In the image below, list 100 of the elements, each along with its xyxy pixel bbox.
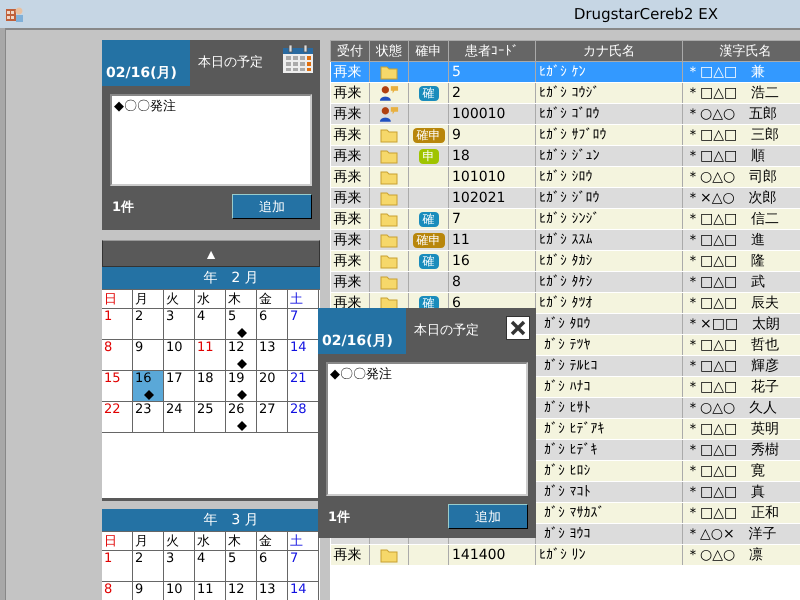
calendar-day[interactable]: 8 [102, 340, 133, 371]
calendar-day[interactable]: 27 [257, 402, 288, 433]
table-row[interactable]: 再来 申 18 ﾋｶﾞｼ ｼﾞｭﾝ ＊□△□ 順 [330, 146, 800, 166]
window-title: DrugstarCereb2 EX [574, 5, 718, 23]
table-cell: 再来 [334, 547, 362, 563]
column-header[interactable]: カナ氏名 [536, 40, 682, 62]
calendar-day[interactable]: 2 [133, 551, 164, 582]
calendar-day[interactable]: 8 [102, 582, 133, 600]
table-cell: ｶﾞｼ ﾋﾃﾞｱｷ [544, 421, 604, 437]
calendar-day[interactable]: 5 [226, 309, 257, 340]
calendar-day[interactable]: 14 [288, 582, 319, 600]
calendar-day[interactable]: 19 [226, 371, 257, 402]
table-cell: ＊○△○ 凛 [686, 547, 764, 563]
table-cell: 7 [452, 211, 461, 227]
date-label: 02/16(月) [318, 308, 406, 354]
column-header[interactable]: 漢字氏名 [682, 40, 800, 62]
table-cell: ｶﾞｼ ﾋｻﾄ [544, 400, 590, 416]
table-cell: 再来 [334, 253, 362, 269]
table-cell: ﾋｶﾞｼ ﾀｶｼ [539, 253, 592, 269]
calendar-day[interactable]: 15 [102, 371, 133, 402]
calendar-day[interactable]: 1 [102, 551, 133, 582]
calendar-day[interactable]: 17 [164, 371, 195, 402]
table-cell: ﾋｶﾞｼ ﾀｹｼ [539, 274, 592, 290]
calendar-day[interactable]: 20 [257, 371, 288, 402]
table-cell: ＊□△□ 武 [686, 274, 766, 290]
calendar-day[interactable]: 10 [164, 582, 195, 600]
table-row[interactable]: 再来 100010 ﾋｶﾞｼ ｺﾞﾛｳ ＊○△○ 五郎 [330, 104, 800, 124]
calendar-day[interactable]: 1 [102, 309, 133, 340]
table-cell: 再来 [334, 127, 362, 143]
add-button[interactable]: 追加 [448, 504, 528, 529]
table-cell: 101010 [452, 169, 506, 185]
column-header[interactable]: 状態 [370, 40, 408, 62]
calendar-day[interactable]: 11 [195, 582, 226, 600]
calendar-day[interactable]: 11 [195, 340, 226, 371]
table-cell: 再来 [334, 232, 362, 248]
status-badge: 確 [418, 86, 438, 101]
table-cell: 16 [452, 253, 470, 269]
close-icon[interactable] [506, 316, 530, 340]
calendar-day[interactable]: 7 [288, 551, 319, 582]
column-header[interactable]: 確申 [408, 40, 448, 62]
table-cell: ｶﾞｼ ﾀﾛｳ [544, 316, 590, 332]
memo-field[interactable]: ◆〇〇発注 [326, 362, 528, 496]
calendar-day[interactable]: 26 [226, 402, 257, 433]
calendar-day[interactable]: 12 [226, 340, 257, 371]
calendar-day[interactable]: 13 [257, 582, 288, 600]
calendar-day[interactable]: 22 [102, 402, 133, 433]
table-cell: 8 [452, 274, 461, 290]
add-button[interactable]: 追加 [232, 194, 312, 219]
table-cell: 再来 [334, 190, 362, 206]
table-cell: ＊□△□ 辰夫 [686, 295, 780, 311]
column-header[interactable]: 受付 [330, 40, 370, 62]
calendar-day[interactable]: 6 [257, 309, 288, 340]
table-cell: 再来 [334, 85, 362, 101]
table-cell: ｶﾞｼ ﾖｳｺ [544, 526, 590, 542]
table-cell: ＊○△○ 五郎 [686, 106, 778, 122]
calendar-day[interactable]: 6 [257, 551, 288, 582]
calendar-day[interactable]: 10 [164, 340, 195, 371]
table-row[interactable]: 再来 確 7 ﾋｶﾞｼ ｼﾝｼﾞ ＊□△□ 信二 [330, 208, 800, 230]
calendar-day[interactable]: 3 [164, 551, 195, 582]
calendar-day[interactable]: 16 [133, 371, 164, 402]
table-row[interactable]: 再来 8 ﾋｶﾞｼ ﾀｹｼ ＊□△□ 武 [330, 272, 800, 292]
calendar-day[interactable]: 2 [133, 309, 164, 340]
table-cell: ｶﾞｼ ﾃﾙﾋｺ [544, 358, 598, 374]
calendar-icon[interactable] [282, 44, 314, 74]
table-cell: 再来 [334, 64, 362, 80]
table-row[interactable]: 再来 101010 ﾋｶﾞｼ ｼﾛｳ ＊○△○ 司郎 [330, 166, 800, 188]
calendar-day[interactable]: 28 [288, 402, 319, 433]
memo-field[interactable]: ◆〇〇発注 [110, 94, 312, 186]
table-cell: 18 [452, 148, 470, 164]
table-row[interactable]: 再来 102021 ﾋｶﾞｼ ｼﾞﾛｳ ＊×△○ 次郎 [330, 188, 800, 208]
table-cell: 再来 [334, 295, 362, 311]
calendar-day[interactable]: 12 [226, 582, 257, 600]
table-cell: ＊□△□ 正和 [686, 505, 780, 521]
calendar-day[interactable]: 24 [164, 402, 195, 433]
date-label: 02/16(月) [102, 40, 190, 86]
month-header: 年 3 月 [102, 509, 320, 531]
table-cell: ＊□△□ 花子 [686, 379, 780, 395]
table-cell: ＊□△□ 秀樹 [686, 442, 780, 458]
table-row[interactable]: 再来 確 16 ﾋｶﾞｼ ﾀｶｼ ＊□△□ 隆 [330, 250, 800, 272]
status-badge: 申 [418, 148, 438, 164]
calendar-day[interactable]: 18 [195, 371, 226, 402]
calendar-day[interactable]: 3 [164, 309, 195, 340]
calendar-day[interactable]: 5 [226, 551, 257, 582]
table-row[interactable]: 再来 141400 ﾋｶﾞｼ ﾘﾝ ＊○△○ 凛 [330, 544, 800, 566]
table-row[interactable]: 再来 確申 9 ﾋｶﾞｼ ｻﾌﾞﾛｳ ＊□△□ 三郎 [330, 124, 800, 146]
calendar-day[interactable]: 9 [133, 582, 164, 600]
calendar-day[interactable]: 21 [288, 371, 319, 402]
column-header[interactable]: 患者ｺｰﾄﾞ [448, 40, 536, 62]
calendar-day[interactable]: 23 [133, 402, 164, 433]
calendar-day[interactable]: 13 [257, 340, 288, 371]
calendar-day[interactable]: 14 [288, 340, 319, 371]
calendar-day[interactable]: 7 [288, 309, 319, 340]
calendar-day[interactable]: 4 [195, 551, 226, 582]
table-cell: ＊□△□ 哲也 [686, 337, 780, 353]
table-row[interactable]: 再来 確申 11 ﾋｶﾞｼ ｽｽﾑ ＊□△□ 進 [330, 230, 800, 250]
table-row[interactable]: 再来 確 2 ﾋｶﾞｼ ｺｳｼﾞ ＊□△□ 浩二 [330, 82, 800, 104]
calendar-day[interactable]: 4 [195, 309, 226, 340]
calendar-day[interactable]: 25 [195, 402, 226, 433]
scroll-up-button[interactable]: ▲ [102, 240, 320, 267]
calendar-day[interactable]: 9 [133, 340, 164, 371]
